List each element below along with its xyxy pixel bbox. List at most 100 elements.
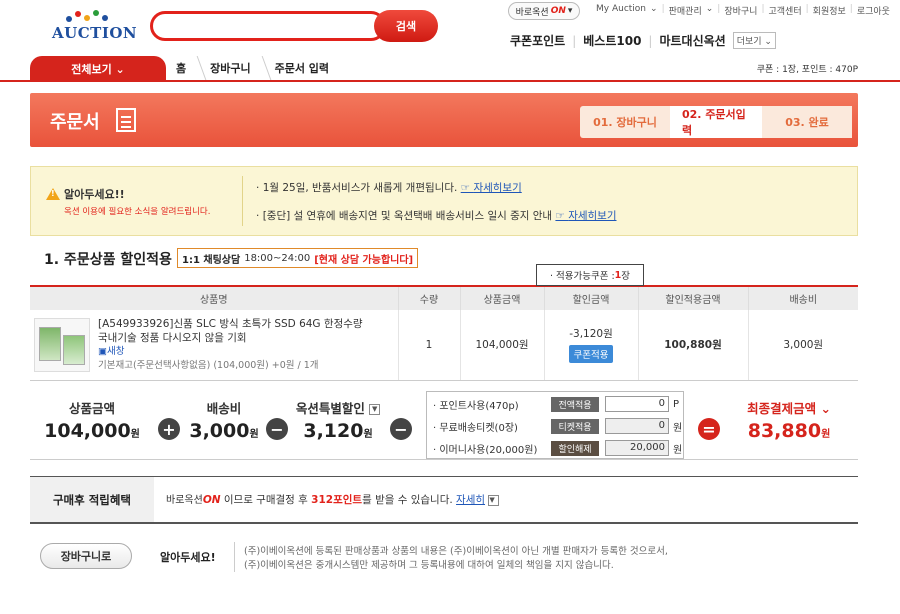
ticket-input[interactable]: 0 xyxy=(605,418,669,434)
notice-item: · 1월 25일, 반품서비스가 새롭게 개편됩니다. ☞ 자세히보기 xyxy=(256,182,522,194)
final-value: 83,880 xyxy=(747,420,822,442)
notice-box xyxy=(30,166,858,236)
chat-consult-button[interactable]: 1:1 채팅상담 18:00~24:00 [현재 상담 가능합니다] xyxy=(177,248,419,268)
chat-hours: 18:00~24:00 xyxy=(244,252,311,264)
point-label: · 포인트사용(470p) xyxy=(433,400,519,412)
points-text-part: 를 받을 수 있습니다. xyxy=(362,494,457,506)
document-icon xyxy=(116,108,136,132)
minus-icon: − xyxy=(390,418,412,440)
all-categories-button[interactable]: 전체보기 ⌄ xyxy=(30,56,166,82)
coupon-point-info: 쿠폰 : 1장, 포인트 : 470P xyxy=(756,65,858,75)
total-shipping-value: 3,000 xyxy=(189,420,250,442)
notice-heading: 알아두세요!! xyxy=(46,186,125,202)
apply-coupon-button[interactable]: 쿠폰적용 xyxy=(568,345,614,364)
point-input[interactable]: 0 xyxy=(605,396,669,412)
notice-item: · [중단] 설 연휴에 배송지연 및 옥션택배 배송서비스 일시 중지 안내 … xyxy=(256,210,617,222)
price-cell: 104,000원 xyxy=(459,310,544,381)
all-categories-label: 전체보기 xyxy=(71,63,112,76)
chat-label: 1:1 채팅상담 xyxy=(182,254,241,266)
chevron-down-icon: ⌄ xyxy=(705,4,714,14)
top-link-cart[interactable]: 장바구니 xyxy=(724,4,757,17)
applied-price-cell: 100,880원 xyxy=(637,310,748,381)
emoney-label: · 이머니사용(20,000원) xyxy=(433,444,538,456)
notice-detail-link[interactable]: ☞ 자세히보기 xyxy=(555,210,616,222)
top-link-logout[interactable]: 로그아웃 xyxy=(857,4,890,17)
search-input[interactable] xyxy=(153,14,383,38)
product-option: 기본재고(주문선택사항없음) (104,000원) +0원 / 1개 xyxy=(98,359,319,371)
ticket-label: · 무료배송티켓(0장) xyxy=(433,422,518,434)
chevron-down-icon: ▾ xyxy=(567,6,573,16)
total-product-value: 104,000 xyxy=(44,420,131,442)
notice-item-text: 1월 25일, 반품서비스가 새롭게 개편됩니다. xyxy=(262,182,458,194)
top-link-member-info[interactable]: 회원정보 xyxy=(813,4,846,17)
total-product-label: 상품금액 xyxy=(68,401,115,416)
col-header: 배송비 xyxy=(747,285,858,310)
dropdown-icon[interactable]: ▼ xyxy=(369,404,381,415)
top-link-customer-center[interactable]: 고객센터 xyxy=(769,4,802,17)
baro-auction-toggle[interactable]: 바로옥션 ON ▾ xyxy=(508,2,580,20)
tooltip-prefix: · 적용가능쿠폰 : xyxy=(549,271,615,282)
step-cart: 01. 장바구니 xyxy=(580,106,670,138)
breadcrumb-order: 주문서 입력 xyxy=(274,62,330,75)
footer-disclaimer: (주)이베이옥션은 중개시스템만 제공하며 그 등록내용에 대하여 일체의 책임… xyxy=(244,560,614,571)
top-link-sales[interactable]: 판매관리 xyxy=(669,4,702,17)
product-thumbnail[interactable] xyxy=(34,317,90,372)
unit-label: 원 xyxy=(130,429,140,440)
product-cell: [A549933926]신품 SLC 방식 초특가 SSD 64G 한정수량 국… xyxy=(30,310,398,381)
subnav-coupon-point[interactable]: 쿠폰포인트 xyxy=(510,32,565,49)
new-window-link[interactable]: ▣새창 xyxy=(98,345,368,359)
discount-cell: -3,120원 쿠폰적용 xyxy=(543,310,638,381)
equals-icon: = xyxy=(698,418,720,440)
search-button[interactable]: 검색 xyxy=(374,10,438,42)
qty-cell: 1 xyxy=(397,310,460,381)
footer-heading: 알아두세요! xyxy=(160,551,216,564)
search-field[interactable] xyxy=(150,11,386,41)
back-to-cart-button[interactable]: 장바구니로 xyxy=(40,543,132,569)
plus-icon: + xyxy=(158,418,180,440)
auction-logo[interactable]: AUCTION xyxy=(52,10,137,44)
step-complete: 03. 완료 xyxy=(762,106,852,138)
apply-all-points-button[interactable]: 전액적용 xyxy=(551,396,599,412)
total-special-value: 3,120 xyxy=(303,420,364,442)
unit-label: 원 xyxy=(673,422,683,434)
more-button[interactable]: 더보기 ⌄ xyxy=(732,32,776,49)
total-special-discount: 옥션특별할인 ▼ 3,120원 xyxy=(288,398,388,442)
logo-dots-icon xyxy=(66,10,116,22)
subnav-best100[interactable]: 베스트100 xyxy=(583,32,641,49)
baro-label: 바로옥션 xyxy=(166,495,203,506)
logo-text: AUCTION xyxy=(52,24,138,42)
chevron-down-icon: ⌄ xyxy=(820,401,831,416)
points-text: 바로옥션ON 이므로 구매결정 후 312포인트를 받을 수 있습니다. 자세히… xyxy=(166,491,500,507)
table-row: [A549933926]신품 SLC 방식 초특가 SSD 64G 한정수량 국… xyxy=(30,310,858,381)
unit-label: 원 xyxy=(363,429,373,440)
points-text-part: 이므로 구매결정 후 xyxy=(220,494,312,506)
breadcrumb-home[interactable]: 홈 xyxy=(170,60,192,76)
col-header: 상품금액 xyxy=(459,285,544,310)
unit-label: 원 xyxy=(821,429,831,440)
col-header: 수량 xyxy=(397,285,460,310)
total-shipping-label: 배송비 xyxy=(206,401,242,416)
notice-divider xyxy=(242,176,243,226)
discount-amount: -3,120원 xyxy=(569,328,613,341)
col-header: 할인적용금액 xyxy=(637,285,748,310)
cancel-discount-button[interactable]: 할인해제 xyxy=(551,440,599,456)
notice-item-text: [중단] 설 연휴에 배송지연 및 옥션택배 배송서비스 일시 중지 안내 xyxy=(262,210,553,222)
point-row: · 포인트사용(470p) 전액적용 0 P xyxy=(433,395,679,413)
unit-label: 원 xyxy=(249,429,259,440)
top-links: My Auction ⌄ | 판매관리 ⌄ | 장바구니 | 고객센터 | 회원정보… xyxy=(596,4,890,17)
chevron-down-icon: ⌄ xyxy=(115,62,125,76)
subnav-mart[interactable]: 마트대신옥션 xyxy=(659,32,725,49)
product-name[interactable]: [A549933926]신품 SLC 방식 초특가 SSD 64G 한정수량 국… xyxy=(98,317,368,345)
warning-icon xyxy=(46,188,60,200)
ticket-row: · 무료배송티켓(0장) 티켓적용 0 원 xyxy=(433,417,682,435)
coupon-tooltip: · 적용가능쿠폰 : 1장 xyxy=(536,264,644,286)
emoney-input[interactable]: 20,000 xyxy=(605,440,669,456)
top-link-my-auction[interactable]: My Auction xyxy=(596,4,646,17)
notice-detail-link[interactable]: ☞ 자세히보기 xyxy=(461,182,522,194)
dropdown-icon[interactable]: ▼ xyxy=(488,494,500,506)
points-detail-link[interactable]: 자세히 xyxy=(456,494,485,506)
page-title: 주문서 xyxy=(50,112,100,133)
footer-divider xyxy=(234,542,235,572)
apply-ticket-button[interactable]: 티켓적용 xyxy=(551,418,599,434)
breadcrumb-cart[interactable]: 장바구니 xyxy=(204,60,256,76)
